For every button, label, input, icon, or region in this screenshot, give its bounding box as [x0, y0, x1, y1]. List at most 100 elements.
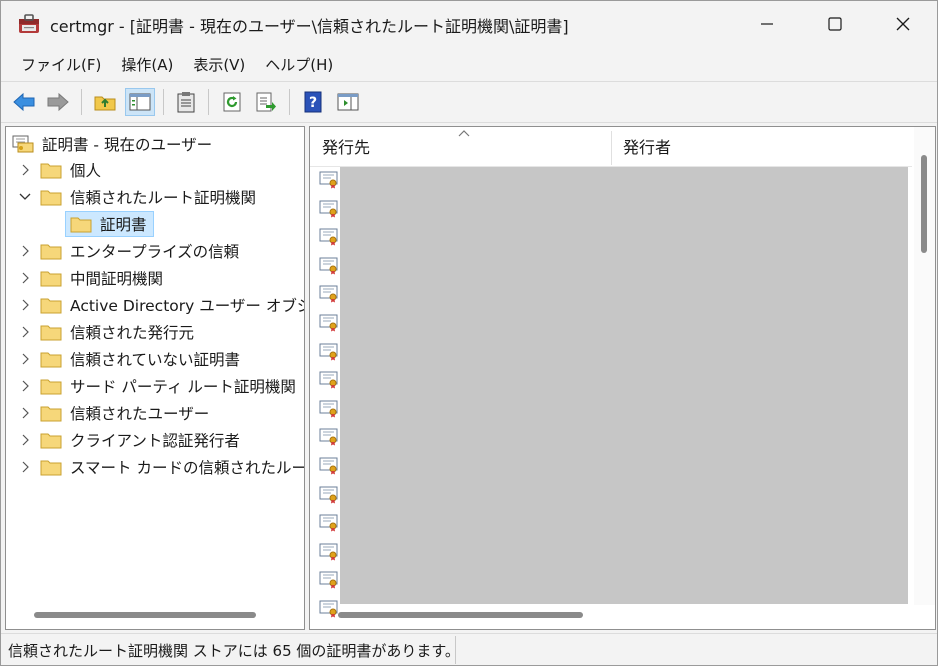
tree-root-label: 証明書 - 現在のユーザー: [42, 136, 213, 154]
certmgr-window: certmgr - [証明書 - 現在のユーザー\信頼されたルート証明機関\証明…: [0, 0, 938, 666]
show-hide-console-tree-button[interactable]: [125, 88, 155, 116]
certificate-icon[interactable]: [319, 343, 339, 361]
up-one-level-button[interactable]: [90, 88, 120, 116]
menu-bar: ファイル(F) 操作(A) 表示(V) ヘルプ(H): [1, 49, 937, 81]
menu-divider: [1, 81, 937, 82]
tree-item[interactable]: 証明書: [65, 211, 154, 237]
certificate-icon[interactable]: [319, 486, 339, 504]
tree-item[interactable]: エンタープライズの信頼: [10, 238, 239, 264]
toolbar-separator: [163, 89, 164, 115]
forward-button[interactable]: [43, 88, 73, 116]
tree-item-label: サード パーティ ルート証明機関: [70, 378, 296, 396]
certificate-icon[interactable]: [319, 285, 339, 303]
tree-item[interactable]: 信頼されたユーザー: [10, 400, 209, 426]
certificate-icon[interactable]: [319, 543, 339, 561]
certificate-icon[interactable]: [319, 600, 339, 618]
certificate-icon[interactable]: [319, 629, 339, 630]
clipboard-icon: [177, 92, 195, 113]
maximize-button[interactable]: [799, 1, 871, 47]
maximize-icon: [828, 17, 842, 31]
tree-item-label: スマート カードの信頼されたルート: [70, 459, 305, 477]
tree-item[interactable]: Active Directory ユーザー オブジェクト: [10, 292, 304, 318]
column-issued-by[interactable]: 発行者: [611, 127, 912, 167]
minimize-button[interactable]: [731, 1, 803, 47]
certificate-icon[interactable]: [319, 457, 339, 475]
chevron-right-icon[interactable]: [10, 272, 40, 284]
tree-root[interactable]: 証明書 - 現在のユーザー: [12, 132, 212, 156]
tree-item[interactable]: 中間証明機関: [10, 265, 163, 291]
folder-icon: [40, 269, 70, 287]
forward-arrow-icon: [47, 92, 69, 112]
certificate-icon[interactable]: [319, 200, 339, 218]
folder-icon: [40, 323, 70, 341]
chevron-right-icon[interactable]: [10, 407, 40, 419]
toolbar-separator: [208, 89, 209, 115]
tree-item[interactable]: 信頼されたルート証明機関: [10, 184, 256, 210]
refresh-icon: [223, 92, 241, 112]
certificate-icon[interactable]: [319, 514, 339, 532]
close-button[interactable]: [867, 1, 938, 47]
certificate-icon[interactable]: [319, 371, 339, 389]
status-text: 信頼されたルート証明機関 ストアには 65 個の証明書があります。: [8, 642, 460, 660]
help-button[interactable]: ?: [298, 88, 328, 116]
tree-item-label: 個人: [70, 162, 102, 180]
chevron-right-icon[interactable]: [10, 353, 40, 365]
certificate-icon[interactable]: [319, 257, 339, 275]
tree-item-label: 信頼されたユーザー: [70, 405, 210, 423]
export-list-clipboard-button[interactable]: [171, 88, 201, 116]
certificate-icon[interactable]: [319, 571, 339, 589]
menu-file[interactable]: ファイル(F): [11, 49, 111, 81]
title-bar[interactable]: certmgr - [証明書 - 現在のユーザー\信頼されたルート証明機関\証明…: [1, 1, 937, 47]
export-list-button[interactable]: [251, 88, 281, 116]
certmgr-app-icon: [19, 14, 39, 33]
tree-item[interactable]: 信頼されていない証明書: [10, 346, 240, 372]
list-vertical-scrollbar[interactable]: [921, 155, 927, 253]
tree-item-label: 中間証明機関: [70, 270, 164, 288]
certificate-icon[interactable]: [319, 400, 339, 418]
console-tree-pane[interactable]: 証明書 - 現在のユーザー 個人信頼されたルート証明機関証明書エンタープライズの…: [5, 126, 305, 630]
chevron-right-icon[interactable]: [10, 434, 40, 446]
tree-horizontal-scrollbar[interactable]: [34, 612, 256, 618]
menu-help[interactable]: ヘルプ(H): [255, 49, 343, 81]
tree-item[interactable]: スマート カードの信頼されたルート: [10, 454, 305, 480]
redacted-region: [340, 167, 908, 604]
folder-icon: [40, 188, 70, 206]
certificate-icon[interactable]: [319, 228, 339, 246]
certificate-list-pane[interactable]: 発行先 発行者: [309, 126, 936, 630]
certificates-snapin-icon: [12, 135, 34, 153]
tree-item[interactable]: 個人: [10, 157, 101, 183]
refresh-button[interactable]: [217, 88, 247, 116]
tree-item[interactable]: クライアント認証発行者: [10, 427, 240, 453]
folder-icon: [40, 377, 70, 395]
chevron-right-icon[interactable]: [10, 299, 40, 311]
certificate-icon[interactable]: [319, 428, 339, 446]
list-horizontal-scrollbar[interactable]: [338, 612, 583, 618]
window-title: certmgr - [証明書 - 現在のユーザー\信頼されたルート証明機関\証明…: [50, 17, 569, 36]
chevron-down-icon[interactable]: [10, 192, 40, 202]
chevron-right-icon[interactable]: [10, 326, 40, 338]
chevron-right-icon[interactable]: [10, 461, 40, 473]
folder-icon: [40, 242, 70, 260]
tree-item[interactable]: 信頼された発行元: [10, 319, 194, 345]
menu-action[interactable]: 操作(A): [111, 49, 183, 81]
list-column-header: 発行先 発行者: [310, 127, 912, 167]
back-button[interactable]: [9, 88, 39, 116]
folder-icon: [40, 161, 70, 179]
menu-view[interactable]: 表示(V): [183, 49, 255, 81]
folder-icon: [70, 217, 92, 233]
toolbar: ?: [1, 83, 937, 121]
chevron-right-icon[interactable]: [10, 380, 40, 392]
folder-icon: [40, 404, 70, 422]
show-action-pane-button[interactable]: [333, 88, 363, 116]
certificate-icon[interactable]: [319, 171, 339, 189]
tree-item-selected[interactable]: 証明書: [65, 211, 154, 237]
status-bar: 信頼されたルート証明機関 ストアには 65 個の証明書があります。: [1, 633, 937, 665]
tree-item-label: 証明書: [100, 216, 147, 234]
column-issued-to[interactable]: 発行先: [310, 127, 611, 167]
toolbar-separator: [289, 89, 290, 115]
chevron-right-icon[interactable]: [10, 245, 40, 257]
tree-item-label: クライアント認証発行者: [70, 432, 240, 450]
tree-item[interactable]: サード パーティ ルート証明機関: [10, 373, 296, 399]
chevron-right-icon[interactable]: [10, 164, 40, 176]
certificate-icon[interactable]: [319, 314, 339, 332]
